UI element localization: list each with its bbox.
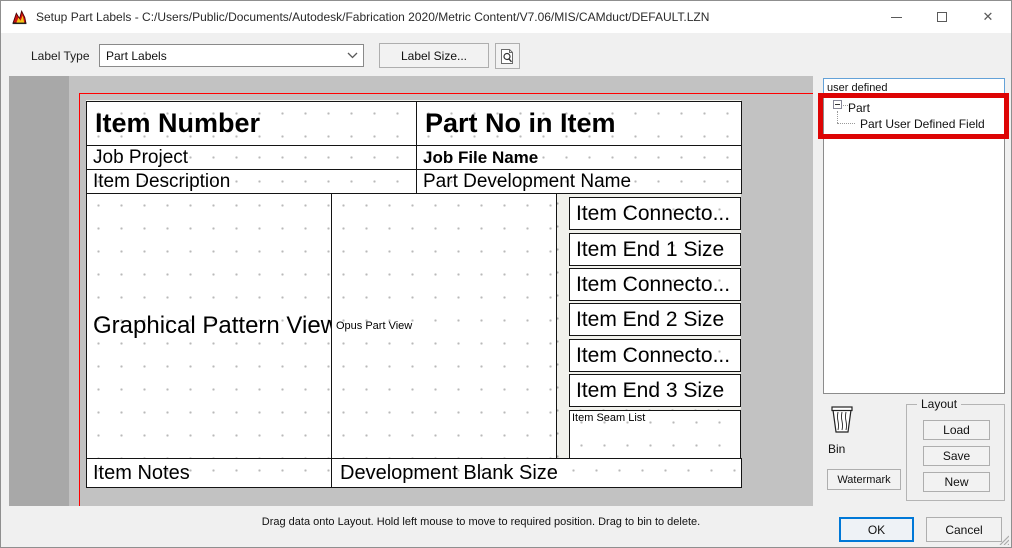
label-design-canvas[interactable]: Item Number Part No in Item Job Project … [9, 76, 813, 506]
new-button[interactable]: New [923, 472, 990, 492]
title-bar: Setup Part Labels - C:/Users/Public/Docu… [1, 1, 1011, 33]
field-opus-part-view[interactable]: Opus Part View [331, 193, 557, 459]
field-part-no-in-item[interactable]: Part No in Item [416, 101, 742, 146]
resize-grip[interactable] [996, 532, 1009, 545]
field-development-blank-size[interactable]: Development Blank Size [331, 458, 742, 488]
field-item-connector-2[interactable]: Item Connecto... [569, 268, 741, 301]
label-size-button[interactable]: Label Size... [379, 43, 489, 68]
print-preview-icon [501, 48, 513, 64]
chevron-down-icon [341, 52, 363, 59]
field-item-number[interactable]: Item Number [86, 101, 417, 146]
close-icon: ✕ [982, 9, 994, 24]
field-item-notes[interactable]: Item Notes [86, 458, 332, 488]
ok-button[interactable]: OK [839, 517, 914, 542]
load-button[interactable]: Load [923, 420, 990, 440]
save-button[interactable]: Save [923, 446, 990, 466]
user-defined-tree[interactable]: Part Part User Defined Field [823, 96, 1005, 394]
app-icon [12, 9, 27, 24]
layout-group-title: Layout [917, 397, 962, 411]
bin-icon[interactable] [828, 403, 856, 435]
setup-part-labels-dialog: Setup Part Labels - C:/Users/Public/Docu… [0, 0, 1012, 548]
field-item-description[interactable]: Item Description [86, 169, 417, 194]
label-type-dropdown[interactable]: Part Labels [99, 44, 364, 67]
field-item-end-3-size[interactable]: Item End 3 Size [569, 374, 741, 407]
maximize-button[interactable] [919, 1, 965, 33]
field-item-seam-list[interactable]: Item Seam List [569, 410, 741, 459]
field-item-end-2-size[interactable]: Item End 2 Size [569, 303, 741, 336]
annotation-highlight-rectangle [818, 93, 1009, 139]
label-type-label: Label Type [31, 49, 90, 63]
status-hint: Drag data onto Layout. Hold left mouse t… [261, 516, 701, 528]
field-item-connector-1[interactable]: Item Connecto... [569, 197, 741, 230]
close-button[interactable]: ✕ [965, 1, 1011, 33]
field-item-connector-3[interactable]: Item Connecto... [569, 339, 741, 372]
cancel-button[interactable]: Cancel [926, 517, 1002, 542]
field-item-end-1-size[interactable]: Item End 1 Size [569, 233, 741, 266]
window-title: Setup Part Labels - C:/Users/Public/Docu… [36, 10, 710, 24]
field-job-project[interactable]: Job Project [86, 145, 417, 170]
bin-label: Bin [828, 442, 846, 456]
layout-group: Layout Load Save New [906, 397, 1005, 501]
maximize-icon [937, 12, 947, 22]
field-job-file-name[interactable]: Job File Name [416, 145, 742, 170]
canvas-margin-strip [9, 76, 69, 506]
label-type-value: Part Labels [106, 48, 167, 63]
watermark-button[interactable]: Watermark [827, 469, 901, 490]
minimize-icon [890, 16, 902, 18]
minimize-button[interactable] [873, 1, 919, 33]
field-graphical-pattern-view[interactable]: Graphical Pattern View [86, 193, 332, 459]
field-part-development-name[interactable]: Part Development Name [416, 169, 742, 194]
print-preview-button[interactable] [495, 43, 520, 69]
